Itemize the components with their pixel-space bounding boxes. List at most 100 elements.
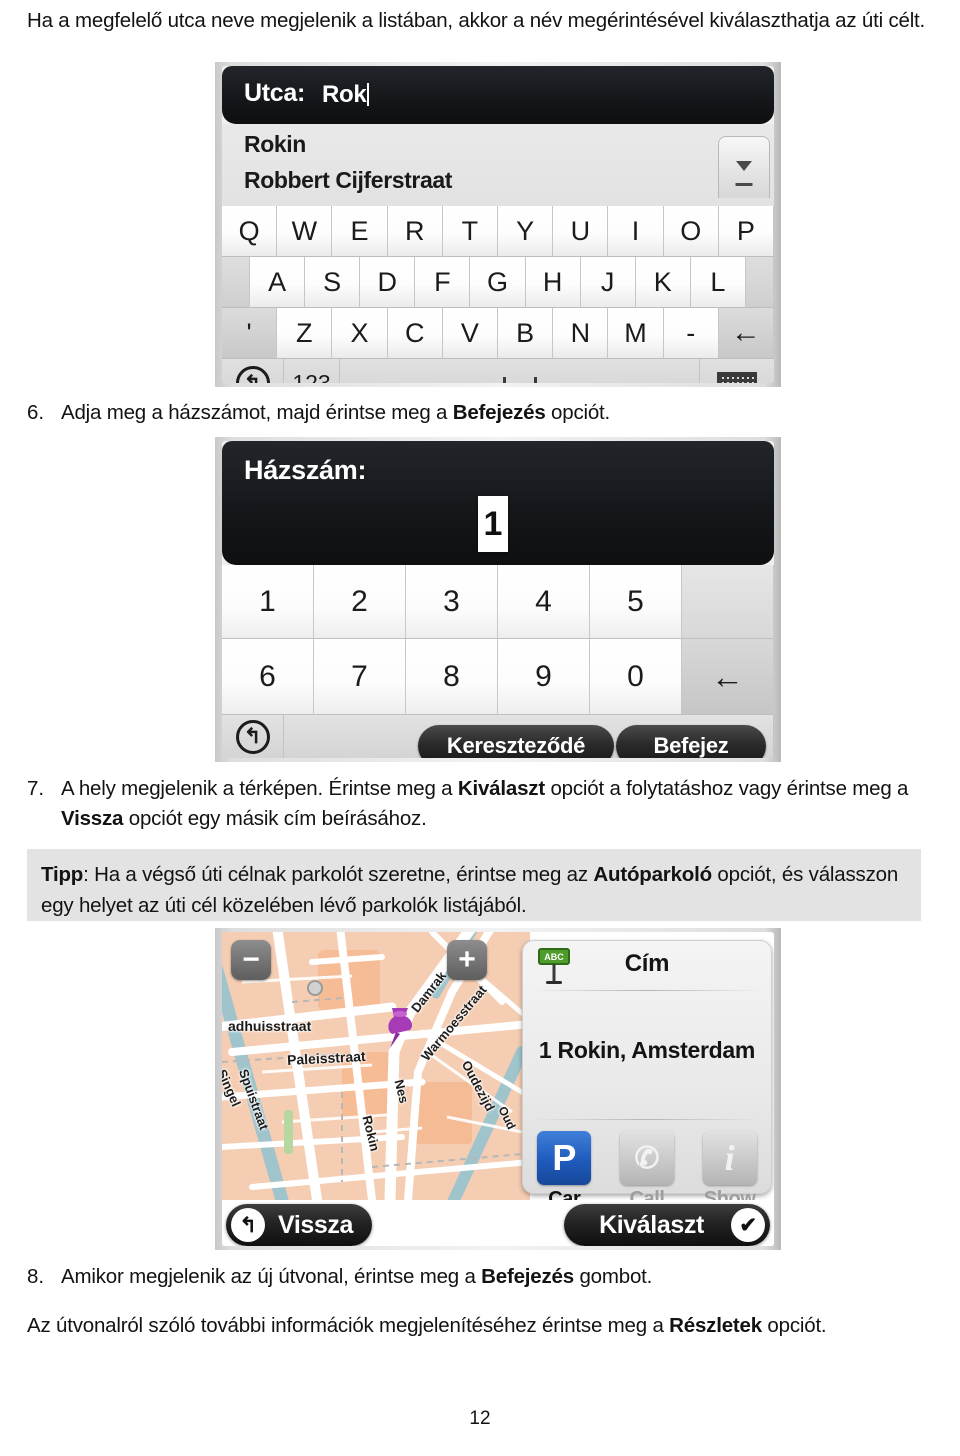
- tip-bold: Autóparkoló: [593, 863, 712, 886]
- back-arrow-icon: ↰: [235, 719, 270, 754]
- numkey-3[interactable]: 3: [406, 565, 498, 639]
- panel-divider-top: [533, 990, 761, 991]
- key-n[interactable]: N: [553, 308, 609, 359]
- step-7-text: A hely megjelenik a térképen. Érintse me…: [61, 774, 939, 834]
- panel-divider-bottom: [533, 1119, 761, 1120]
- key-e[interactable]: E: [332, 206, 388, 257]
- zoom-out-button[interactable]: −: [231, 940, 271, 980]
- key-r[interactable]: R: [387, 206, 443, 257]
- numkey-2[interactable]: 2: [314, 565, 406, 639]
- screenshot-house-number: Házszám: 1 1 2 3 4 5 6 7 8 9 0 ← ↰ Keres…: [215, 437, 781, 762]
- key-hyphen[interactable]: -: [663, 308, 719, 359]
- tip-text-before: Ha a végső úti célnak parkolót szeretne,…: [94, 863, 594, 886]
- house-number-label: Házszám:: [244, 455, 367, 485]
- step-8-prefix: Amikor megjelenik az új útvonal, érintse…: [61, 1265, 482, 1288]
- back-button-label: Vissza: [278, 1210, 353, 1239]
- done-button[interactable]: Befejez: [616, 725, 766, 758]
- parking-icon: P: [537, 1131, 592, 1185]
- step-7-bold-1: Kiválaszt: [457, 777, 545, 800]
- key-x[interactable]: X: [332, 308, 388, 359]
- key-i[interactable]: I: [608, 206, 664, 257]
- numkey-8[interactable]: 8: [406, 639, 498, 715]
- numkey-9[interactable]: 9: [498, 639, 590, 715]
- key-d[interactable]: D: [360, 257, 416, 308]
- back-button[interactable]: ↰: [222, 359, 284, 383]
- chevron-down-icon[interactable]: [718, 136, 770, 198]
- numkey-5[interactable]: 5: [590, 565, 682, 639]
- key-a[interactable]: A: [250, 257, 306, 308]
- key-o[interactable]: O: [663, 206, 719, 257]
- panel-title: Cím: [624, 950, 670, 977]
- numkey-0[interactable]: 0: [590, 639, 682, 715]
- numpad-bottom-bar: ↰ Kereszteződé Befejez: [222, 715, 774, 758]
- back-button[interactable]: ↰ Vissza: [226, 1204, 372, 1246]
- keyboard-row-2: A S D F G H J K L: [222, 257, 774, 308]
- key-k[interactable]: K: [635, 257, 691, 308]
- key-y[interactable]: Y: [498, 206, 554, 257]
- numkey-blank: [682, 565, 774, 639]
- space-key[interactable]: [340, 359, 700, 383]
- step-8-marker: 8.: [27, 1265, 45, 1288]
- keyboard-layout-key[interactable]: [700, 359, 774, 383]
- device-screen: Utca: Rok Rokin Robbert Cijferstraat Q W…: [222, 66, 774, 383]
- select-button[interactable]: Kiválaszt ✔: [564, 1204, 770, 1246]
- map-pin-icon: [388, 1008, 413, 1048]
- keyboard-row-3: ' Z X C V B N M - ←: [222, 308, 774, 359]
- map-street-label: adhuisstraat: [228, 1018, 312, 1034]
- key-t[interactable]: T: [442, 206, 499, 257]
- list-item[interactable]: Robbert Cijferstraat: [244, 167, 452, 194]
- key-f[interactable]: F: [415, 257, 471, 308]
- numkey-1[interactable]: 1: [222, 565, 314, 639]
- street-suggestion-list: Rokin Robbert Cijferstraat: [222, 124, 774, 206]
- key-s[interactable]: S: [305, 257, 361, 308]
- closing-prefix: Az útvonalról szóló további információk …: [27, 1314, 670, 1337]
- closing-bold: Részletek: [669, 1314, 762, 1337]
- street-input-label: Utca:: [244, 79, 306, 107]
- text-caret: [367, 83, 370, 106]
- backspace-key[interactable]: ←: [718, 308, 774, 359]
- phone-icon: ✆: [619, 1131, 674, 1185]
- numkey-7[interactable]: 7: [314, 639, 406, 715]
- step-7-suffix: opciót egy másik cím beírásához.: [123, 807, 427, 830]
- key-p[interactable]: P: [718, 206, 774, 257]
- step-6: 6. Adja meg a házszámot, majd érintse me…: [27, 398, 939, 428]
- key-q[interactable]: Q: [222, 206, 278, 257]
- key-g[interactable]: G: [470, 257, 526, 308]
- map-canvas[interactable]: adhuisstraat Paleisstraat Singel Spuistr…: [222, 932, 530, 1200]
- backspace-key[interactable]: ←: [682, 639, 774, 715]
- key-l[interactable]: L: [690, 257, 746, 308]
- tip-box: Tipp: Ha a végső úti célnak parkolót sze…: [27, 849, 921, 921]
- key-u[interactable]: U: [553, 206, 609, 257]
- tip-label: Tipp: [41, 863, 84, 886]
- key-j[interactable]: J: [580, 257, 636, 308]
- step-7-mid: opciót a folytatáshoz vagy érintse meg a: [544, 777, 909, 800]
- numkey-4[interactable]: 4: [498, 565, 590, 639]
- step-6-prefix: Adja meg a házszámot, majd érintse meg a: [61, 401, 453, 424]
- document-page: Ha a megfelelő utca neve megjelenik a li…: [0, 0, 960, 1456]
- key-m[interactable]: M: [608, 308, 664, 359]
- numeric-mode-key[interactable]: 123: [284, 359, 340, 383]
- key-apostrophe[interactable]: ': [222, 308, 278, 359]
- key-v[interactable]: V: [442, 308, 499, 359]
- key-z[interactable]: Z: [277, 308, 333, 359]
- crossing-button[interactable]: Kereszteződé: [418, 725, 614, 758]
- key-c[interactable]: C: [387, 308, 443, 359]
- key-b[interactable]: B: [498, 308, 554, 359]
- list-item[interactable]: Rokin: [244, 131, 306, 158]
- zoom-in-button[interactable]: +: [447, 940, 487, 980]
- house-number-bar: Házszám: 1: [222, 441, 774, 565]
- step-7-bold-2: Vissza: [61, 807, 124, 830]
- closing-suffix: opciót.: [761, 1314, 827, 1337]
- key-w[interactable]: W: [277, 206, 333, 257]
- key-h[interactable]: H: [525, 257, 581, 308]
- back-button[interactable]: ↰: [222, 715, 284, 758]
- chevron-down-triangle: [736, 161, 752, 171]
- location-info-panel: ABC Cím 1 Rokin, Amsterdam P Car park ✆ …: [522, 940, 772, 1233]
- street-input-bar[interactable]: Utca: Rok: [222, 66, 774, 124]
- intro-paragraph: Ha a megfelelő utca neve megjelenik a li…: [27, 6, 939, 36]
- step-6-marker: 6.: [27, 401, 45, 424]
- house-number-value: 1: [478, 496, 508, 552]
- device-screen: Házszám: 1 1 2 3 4 5 6 7 8 9 0 ← ↰ Keres…: [222, 441, 774, 758]
- numkey-6[interactable]: 6: [222, 639, 314, 715]
- step-8-suffix: gombot.: [573, 1265, 653, 1288]
